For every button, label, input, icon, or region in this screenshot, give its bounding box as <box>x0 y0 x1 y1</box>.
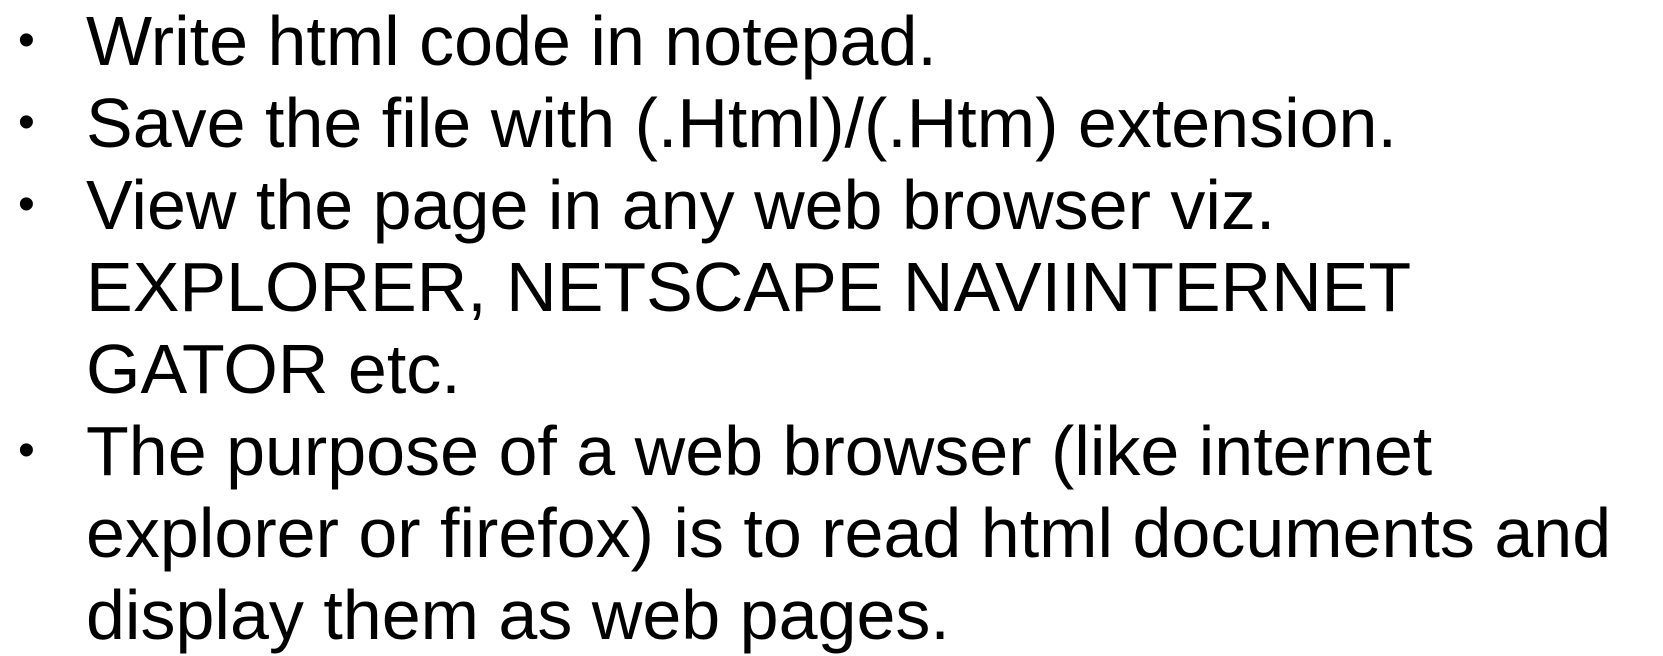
bullet-text-line: GATOR etc. <box>86 330 461 408</box>
bullet-text-line: display them as web pages. <box>86 576 950 654</box>
bullet-item-view-page: • View the page in any web browser viz. … <box>0 164 1663 410</box>
bullet-text-line: Save the file with (.Html)/(.Htm) extens… <box>86 84 1397 162</box>
bullet-item-save-file: • Save the file with (.Html)/(.Htm) exte… <box>0 82 1663 164</box>
bullet-text-line: The purpose of a web browser (like inter… <box>86 412 1433 490</box>
bullet-dot-icon: • <box>18 14 35 67</box>
bullet-item-browser-purpose: • The purpose of a web browser (like int… <box>0 410 1663 656</box>
bullet-dot-icon: • <box>18 96 35 149</box>
bullet-text-line: EXPLORER, NETSCAPE NAVIINTERNET <box>86 248 1412 326</box>
bullet-text-line: explorer or firefox) is to read html doc… <box>86 494 1612 572</box>
bullet-dot-icon: • <box>18 178 35 231</box>
bullet-dot-icon: • <box>18 424 35 477</box>
slide: • Write html code in notepad. • Save the… <box>0 0 1663 654</box>
bullet-list: • Write html code in notepad. • Save the… <box>0 0 1663 656</box>
bullet-text-line: Write html code in notepad. <box>86 2 937 80</box>
bullet-item-write-html: • Write html code in notepad. <box>0 0 1663 82</box>
bullet-text-line: View the page in any web browser viz. <box>86 166 1276 244</box>
